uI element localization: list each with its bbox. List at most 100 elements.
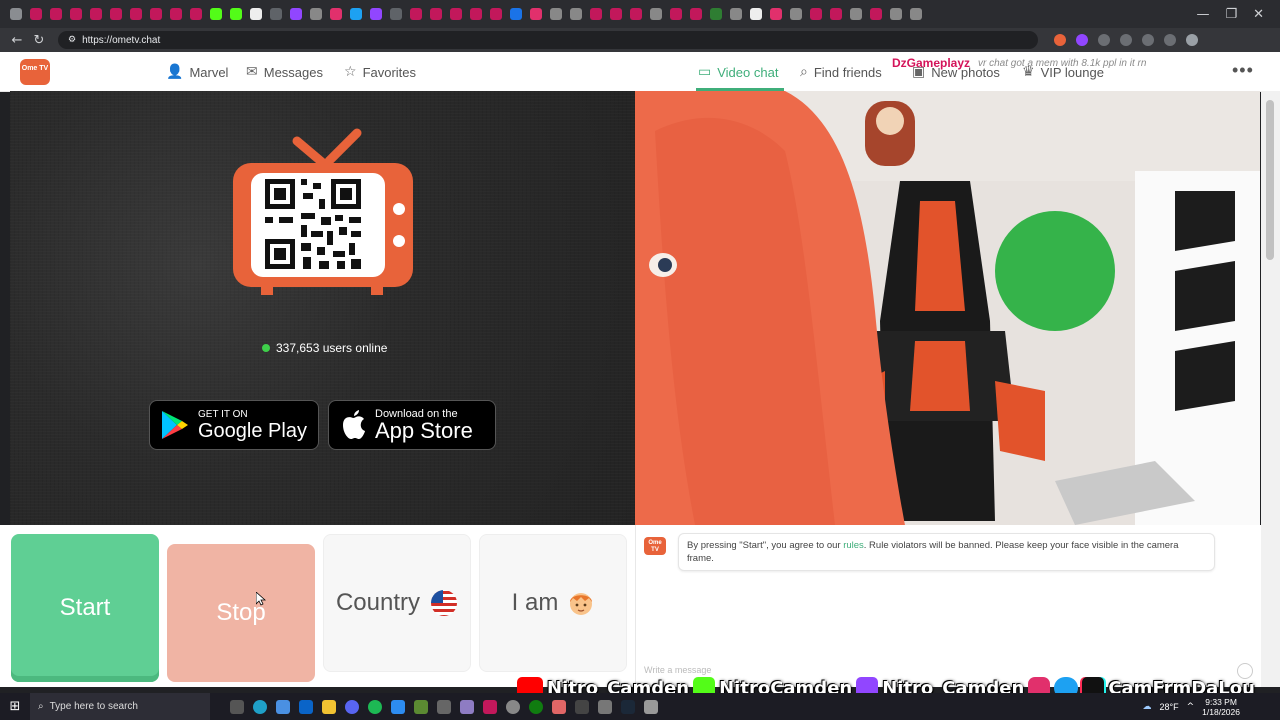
rules-link[interactable]: rules (843, 540, 864, 551)
tab-icon[interactable] (870, 8, 882, 20)
tab-icon[interactable] (630, 8, 642, 20)
tab-icon[interactable] (470, 8, 482, 20)
tab-icon[interactable] (710, 8, 722, 20)
start-button[interactable]: Start (11, 534, 159, 682)
tab-icon[interactable] (170, 8, 182, 20)
tab-icon[interactable] (270, 8, 282, 20)
explorer-icon[interactable] (322, 699, 336, 714)
app-icon[interactable] (506, 699, 520, 714)
reload-icon[interactable]: ↻ (28, 33, 50, 48)
tab-icon[interactable] (610, 8, 622, 20)
tab-icon[interactable] (350, 8, 362, 20)
app-icon[interactable] (460, 699, 474, 714)
tab-icon[interactable] (770, 8, 782, 20)
tab-icon[interactable] (510, 8, 522, 20)
extension-icon[interactable] (1142, 34, 1154, 46)
nav-marvel[interactable]: 👤 Marvel (166, 64, 228, 80)
tab-icon[interactable] (10, 8, 22, 20)
tab-icon[interactable] (310, 8, 322, 20)
tab-icon[interactable] (490, 8, 502, 20)
address-bar[interactable]: ⚙ https://ometv.chat (58, 31, 1038, 49)
extension-icon[interactable] (1098, 34, 1110, 46)
tab-icon[interactable] (430, 8, 442, 20)
notifications-icon[interactable]: ^ (1187, 702, 1195, 712)
edge-icon[interactable] (253, 699, 267, 714)
extension-icon[interactable] (1054, 34, 1066, 46)
store-icon[interactable] (276, 699, 290, 714)
app-store-button[interactable]: Download on the App Store (328, 400, 496, 450)
nav-favorites[interactable]: ☆ Favorites (344, 64, 416, 80)
tab-icon[interactable] (210, 8, 222, 20)
tab-icon[interactable] (730, 8, 742, 20)
discord-icon[interactable] (345, 699, 359, 714)
app-icon[interactable] (644, 699, 658, 714)
outlook-icon[interactable] (299, 699, 313, 714)
app-icon[interactable] (437, 699, 451, 714)
tab-icon[interactable] (530, 8, 542, 20)
tab-icon[interactable] (850, 8, 862, 20)
stop-button[interactable]: Stop (167, 544, 315, 682)
extension-icon[interactable] (1076, 34, 1088, 46)
tab-icon[interactable] (450, 8, 462, 20)
maximize-button[interactable]: ❐ (1225, 7, 1237, 22)
tab-icon[interactable] (590, 8, 602, 20)
tab-icon[interactable] (790, 8, 802, 20)
windows-start-icon[interactable]: ⊞ (0, 699, 30, 714)
app-icon[interactable] (575, 699, 589, 714)
tab-icon[interactable] (90, 8, 102, 20)
app-icon[interactable] (598, 699, 612, 714)
nav-video-chat[interactable]: ▭ Video chat (698, 64, 778, 80)
extension-icon[interactable] (1120, 34, 1132, 46)
tab-icon[interactable] (390, 8, 402, 20)
steam-icon[interactable] (621, 699, 635, 714)
nav-messages[interactable]: ✉ Messages (246, 64, 323, 80)
spotify-icon[interactable] (368, 699, 382, 714)
tab-icon[interactable] (670, 8, 682, 20)
tab-icon[interactable] (830, 8, 842, 20)
tab-icon[interactable] (290, 8, 302, 20)
taskbar-search[interactable]: ⌕ Type here to search (30, 693, 210, 720)
tab-icon[interactable] (230, 8, 242, 20)
tab-icon[interactable] (70, 8, 82, 20)
extension-icon[interactable] (1164, 34, 1176, 46)
tab-icon[interactable] (890, 8, 902, 20)
tab-icon[interactable] (910, 8, 922, 20)
app-icon[interactable] (552, 699, 566, 714)
minecraft-icon[interactable] (414, 699, 428, 714)
tab-icon[interactable] (750, 8, 762, 20)
gender-selector[interactable]: I am (479, 534, 627, 672)
tab-icon[interactable] (370, 8, 382, 20)
country-selector[interactable]: Country (323, 534, 471, 672)
tab-icon[interactable] (550, 8, 562, 20)
ometv-logo[interactable]: Ome TV (20, 59, 50, 85)
tab-icon[interactable] (650, 8, 662, 20)
tab-icon[interactable] (410, 8, 422, 20)
tab-icon[interactable] (50, 8, 62, 20)
tab-icon[interactable] (690, 8, 702, 20)
task-view-icon[interactable] (230, 699, 244, 714)
app-icon[interactable] (483, 699, 497, 714)
tab-icon[interactable] (110, 8, 122, 20)
back-icon[interactable]: ← (6, 33, 28, 48)
tab-icon[interactable] (810, 8, 822, 20)
weather-icon: ☁ (1142, 701, 1152, 711)
nav-find-friends[interactable]: ⌕ Find friends (800, 64, 882, 80)
close-window-button[interactable]: ✕ (1253, 7, 1264, 22)
site-info-icon[interactable]: ⚙ (68, 35, 76, 45)
tab-icon[interactable] (570, 8, 582, 20)
minimize-button[interactable]: — (1196, 7, 1209, 22)
tab-icon[interactable] (190, 8, 202, 20)
more-menu-icon[interactable]: ••• (1232, 60, 1254, 81)
tab-icon[interactable] (30, 8, 42, 20)
xbox-icon[interactable] (529, 699, 543, 714)
tab-icon[interactable] (130, 8, 142, 20)
tab-icon[interactable] (150, 8, 162, 20)
app-icon[interactable] (391, 699, 405, 714)
scrollbar-thumb[interactable] (1266, 100, 1274, 260)
google-play-button[interactable]: GET IT ON Google Play (149, 400, 319, 450)
tab-icon[interactable] (330, 8, 342, 20)
self-camera-panel (635, 91, 1260, 525)
taskbar-clock[interactable]: 9:33 PM 1/18/2026 (1202, 697, 1240, 717)
tab-icon[interactable] (250, 8, 262, 20)
profile-avatar[interactable] (1186, 34, 1198, 46)
